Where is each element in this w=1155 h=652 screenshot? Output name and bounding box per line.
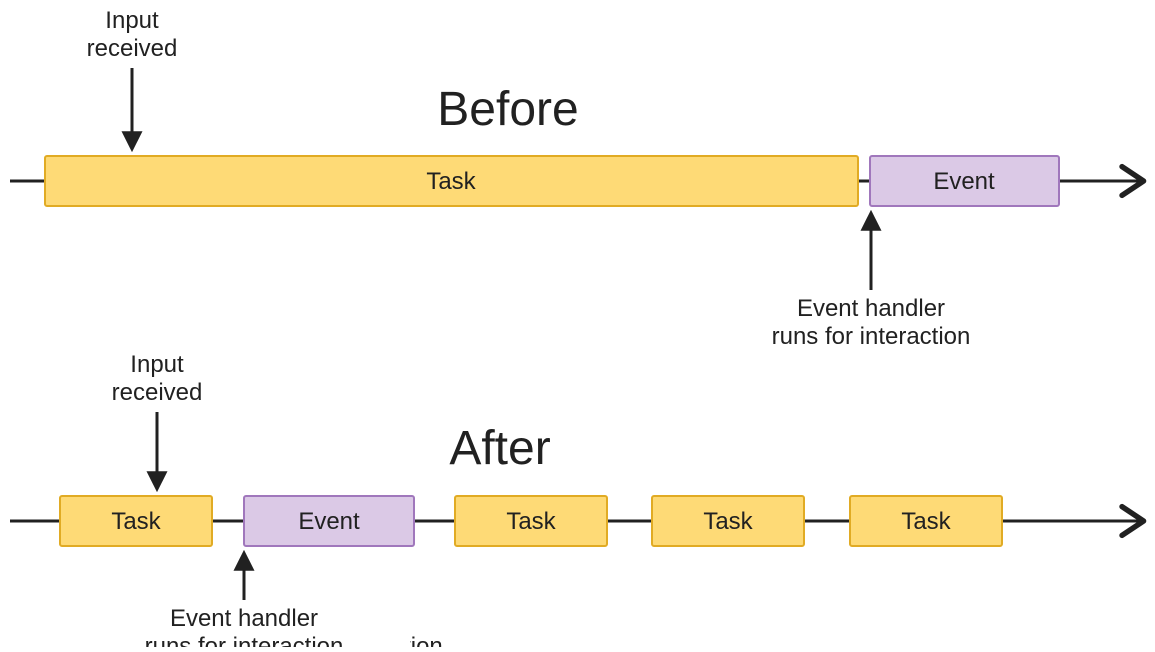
after-handler-label-line2b: runs for interaction <box>145 633 344 647</box>
before-input-received-annotation: Input received <box>87 7 178 148</box>
before-event-block: Event <box>870 156 1059 206</box>
after-block-3-label: Task <box>703 508 753 535</box>
before-event-handler-annotation: Event handler runs for interaction <box>772 214 971 350</box>
after-block-4: Task <box>850 496 1002 546</box>
after-block-0: Task <box>60 496 212 546</box>
before-event-label: Event <box>933 168 995 195</box>
before-task-block: Task <box>45 156 858 206</box>
before-handler-label-line1: Event handler <box>797 295 945 322</box>
after-block-1-label: Event <box>298 508 360 535</box>
after-input-label-line1: Input <box>130 351 184 378</box>
after-block-1: Event <box>244 496 414 546</box>
after-title: After <box>449 422 550 475</box>
before-handler-label-line2: runs for interaction <box>772 323 971 350</box>
diagram-root: Before Task Event Input received Event h… <box>0 0 1155 647</box>
after-block-4-label: Task <box>901 508 951 535</box>
after-event-handler-labels-centered: Event handler runs for interaction <box>90 600 410 647</box>
after-input-received-annotation: Input received <box>112 351 203 488</box>
before-input-label-line1: Input <box>105 7 159 34</box>
after-input-label-line2: received <box>112 379 203 406</box>
before-title: Before <box>437 83 578 136</box>
after-block-2: Task <box>455 496 607 546</box>
after-block-3: Task <box>652 496 804 546</box>
before-section: Before Task Event Input received Event h… <box>10 7 1140 350</box>
before-task-label: Task <box>426 168 476 195</box>
after-block-2-label: Task <box>506 508 556 535</box>
after-handler-label-line1b: Event handler <box>170 605 318 632</box>
before-input-label-line2: received <box>87 35 178 62</box>
after-block-0-label: Task <box>111 508 161 535</box>
